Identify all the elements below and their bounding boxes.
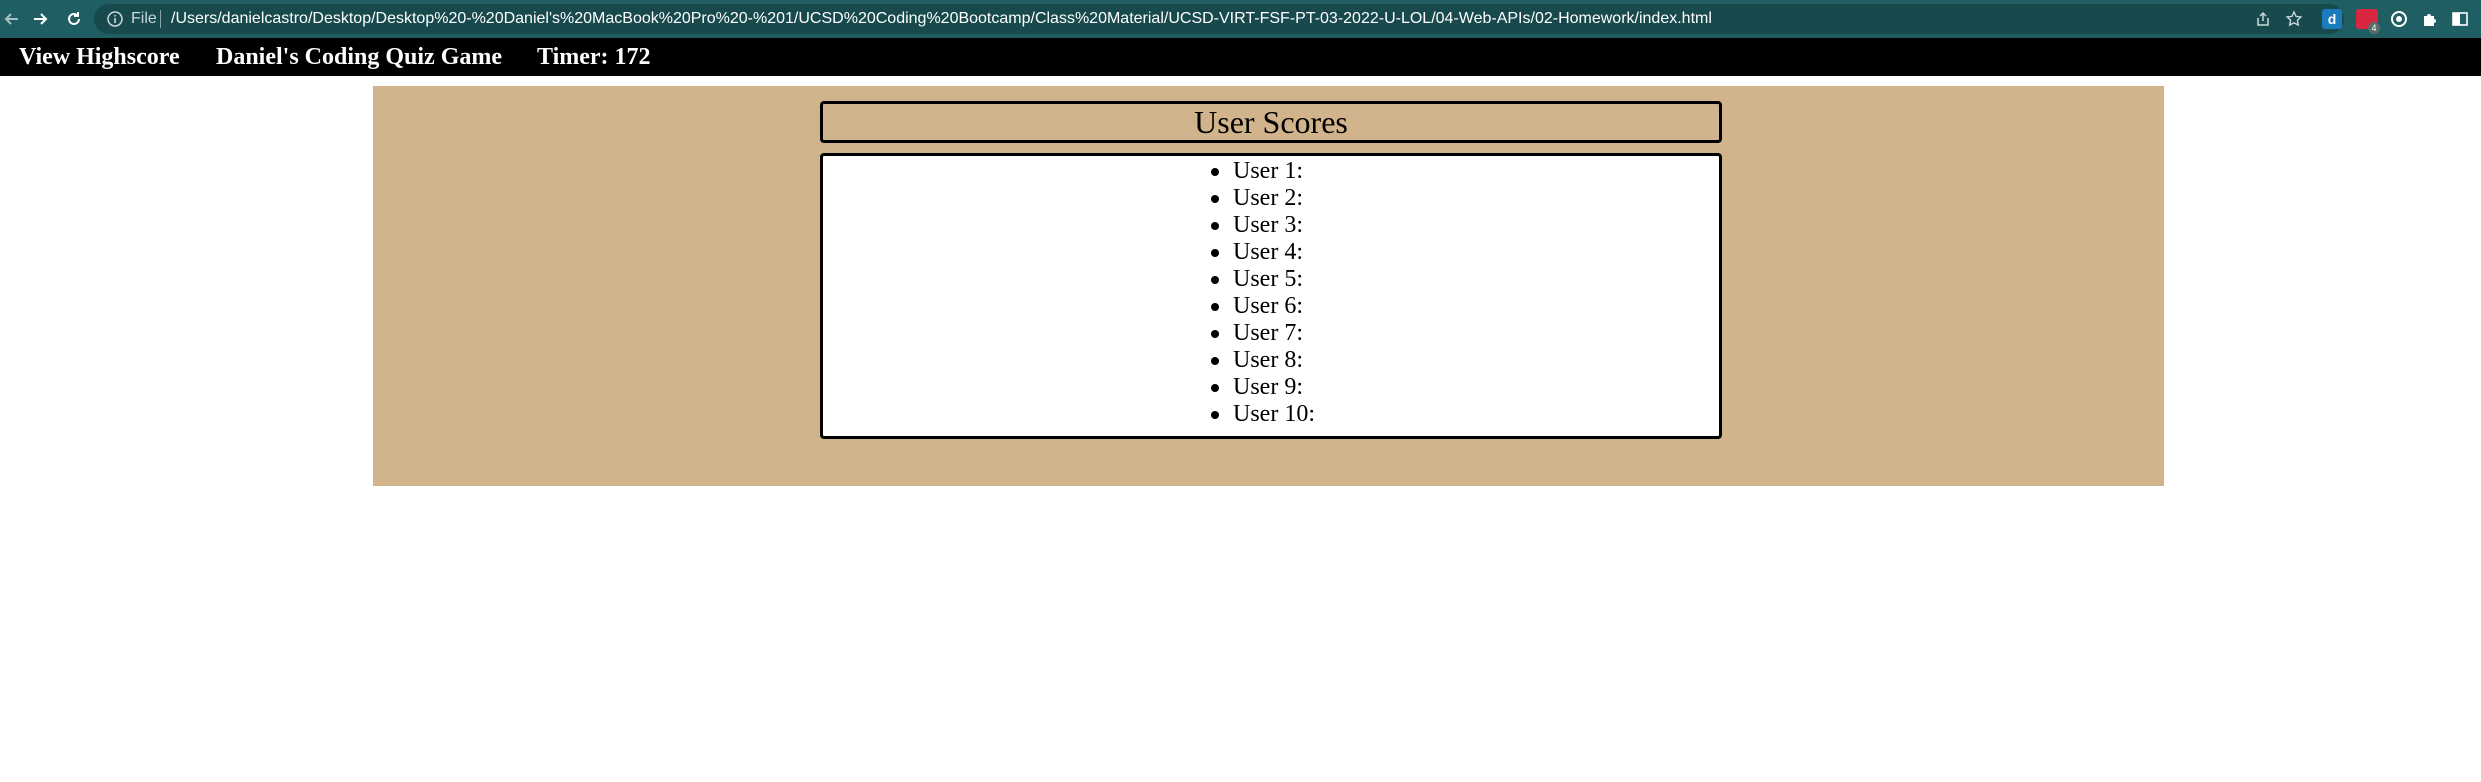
- game-title: Daniel's Coding Quiz Game: [216, 44, 503, 70]
- bullet-icon: [1211, 384, 1219, 392]
- user-scores-list-box: User 1: User 2: User 3: User 4: User 5: …: [820, 153, 1722, 439]
- back-icon[interactable]: [0, 7, 24, 31]
- url-text[interactable]: /Users/danielcastro/Desktop/Desktop%20-%…: [171, 9, 1712, 29]
- list-item: User 2:: [1211, 185, 1315, 212]
- forward-icon[interactable]: [28, 7, 52, 31]
- bullet-icon: [1211, 330, 1219, 338]
- user-scores-list: User 1: User 2: User 3: User 4: User 5: …: [1211, 158, 1315, 428]
- bookmark-star-icon[interactable]: [2284, 9, 2304, 29]
- window-toggle-icon[interactable]: [2450, 9, 2470, 29]
- score-label: User 2:: [1233, 185, 1303, 211]
- score-label: User 4:: [1233, 239, 1303, 265]
- extensions-puzzle-icon[interactable]: [2420, 9, 2440, 29]
- bullet-icon: [1211, 222, 1219, 230]
- browser-toolbar: File /Users/danielcastro/Desktop/Desktop…: [0, 0, 2481, 38]
- extension-badge: 4: [2368, 22, 2380, 34]
- bullet-icon: [1211, 195, 1219, 203]
- list-item: User 7:: [1211, 320, 1315, 347]
- score-label: User 10:: [1233, 401, 1315, 427]
- extension-d-icon[interactable]: d: [2322, 9, 2342, 29]
- list-item: User 8:: [1211, 347, 1315, 374]
- list-item: User 10:: [1211, 401, 1315, 428]
- bullet-icon: [1211, 303, 1219, 311]
- list-item: User 9:: [1211, 374, 1315, 401]
- score-label: User 6:: [1233, 293, 1303, 319]
- bullet-icon: [1211, 276, 1219, 284]
- list-item: User 3:: [1211, 212, 1315, 239]
- view-highscore-link[interactable]: View Highscore: [19, 43, 180, 71]
- timer-display: Timer: 172: [537, 44, 651, 70]
- score-label: User 9:: [1233, 374, 1303, 400]
- score-label: User 5:: [1233, 266, 1303, 292]
- user-scores-title: User Scores: [820, 101, 1722, 143]
- list-item: User 5:: [1211, 266, 1315, 293]
- reload-icon[interactable]: [62, 7, 86, 31]
- extension-circle-icon[interactable]: [2389, 9, 2409, 29]
- share-icon[interactable]: [2253, 9, 2273, 29]
- list-item: User 1:: [1211, 158, 1315, 185]
- bullet-icon: [1211, 357, 1219, 365]
- score-label: User 1:: [1233, 158, 1303, 184]
- bullet-icon: [1211, 168, 1219, 176]
- score-label: User 3:: [1233, 212, 1303, 238]
- list-item: User 6:: [1211, 293, 1315, 320]
- file-scheme-label: File: [131, 10, 157, 27]
- list-item: User 4:: [1211, 239, 1315, 266]
- omnibox-divider: [160, 10, 161, 28]
- bullet-icon: [1211, 411, 1219, 419]
- site-header: View Highscore Daniel's Coding Quiz Game…: [0, 38, 2481, 76]
- info-icon[interactable]: [106, 10, 124, 28]
- score-label: User 7:: [1233, 320, 1303, 346]
- score-label: User 8:: [1233, 347, 1303, 373]
- bullet-icon: [1211, 249, 1219, 257]
